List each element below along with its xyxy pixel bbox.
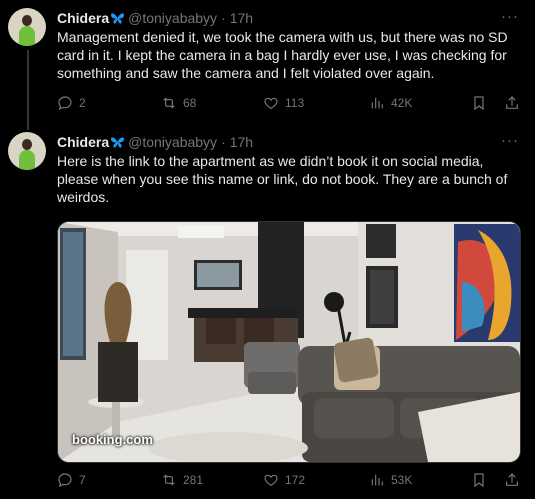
like-button[interactable]: 172: [263, 472, 305, 488]
repost-count: 281: [183, 473, 204, 487]
like-button[interactable]: 113: [263, 95, 304, 111]
bookmark-button[interactable]: [471, 95, 487, 111]
butterfly-icon: [110, 12, 125, 25]
tweet-text: Management denied it, we took the camera…: [57, 29, 508, 81]
like-count: 113: [285, 96, 305, 110]
repost-icon: [163, 474, 175, 486]
reply-button[interactable]: 2: [57, 95, 86, 111]
views-count: 53K: [391, 473, 413, 487]
views-button[interactable]: 42K: [369, 95, 412, 111]
share-button[interactable]: [504, 472, 520, 488]
avatar[interactable]: [8, 8, 46, 46]
tweet-media-image[interactable]: booking.com: [57, 221, 521, 463]
bookmark-icon: [474, 473, 484, 488]
tweet[interactable]: Chidera @toniyababyy · 17h ··· Here is t…: [0, 124, 535, 499]
share-icon: [506, 473, 518, 486]
views-count: 42K: [391, 96, 413, 110]
reply-button[interactable]: 7: [57, 472, 86, 488]
heart-icon: [264, 97, 278, 110]
reply-icon: [58, 96, 72, 111]
repost-button[interactable]: 68: [161, 95, 196, 111]
bookmark-icon: [474, 96, 484, 111]
bookmark-button[interactable]: [471, 472, 487, 488]
author-handle[interactable]: @toniyababyy: [128, 10, 217, 26]
views-chart-icon: [371, 97, 383, 109]
views-chart-icon: [371, 474, 383, 486]
thread-connector-line: [27, 50, 29, 130]
views-button[interactable]: 53K: [369, 472, 412, 488]
repost-count: 68: [183, 96, 197, 110]
reply-count: 2: [79, 96, 86, 110]
apartment-photo: [58, 222, 520, 462]
avatar[interactable]: [8, 132, 46, 170]
share-button[interactable]: [504, 95, 520, 111]
reply-count: 7: [79, 473, 86, 487]
author-name[interactable]: Chidera: [57, 134, 109, 150]
separator-dot: ·: [221, 10, 226, 26]
tweet-text: Here is the link to the apartment as we …: [57, 153, 508, 205]
timestamp[interactable]: 17h: [230, 134, 253, 150]
separator-dot: ·: [221, 134, 226, 150]
tweet-header: Chidera @toniyababyy · 17h: [57, 134, 253, 150]
action-bar: 7 281 172 53K: [57, 472, 527, 492]
tweet[interactable]: Chidera @toniyababyy · 17h ··· Managemen…: [0, 0, 535, 130]
like-count: 172: [285, 473, 306, 487]
action-bar: 2 68 113 42K: [57, 95, 527, 115]
heart-icon: [264, 474, 278, 487]
timestamp[interactable]: 17h: [230, 10, 253, 26]
more-options-icon[interactable]: ···: [501, 8, 519, 25]
reply-icon: [58, 473, 72, 488]
repost-button[interactable]: 281: [161, 472, 203, 488]
butterfly-icon: [110, 136, 125, 149]
watermark-label: booking.com: [72, 432, 153, 447]
repost-icon: [163, 97, 175, 109]
tweet-header: Chidera @toniyababyy · 17h: [57, 10, 253, 26]
share-icon: [506, 96, 518, 109]
author-name[interactable]: Chidera: [57, 10, 109, 26]
more-options-icon[interactable]: ···: [501, 132, 519, 149]
author-handle[interactable]: @toniyababyy: [128, 134, 217, 150]
